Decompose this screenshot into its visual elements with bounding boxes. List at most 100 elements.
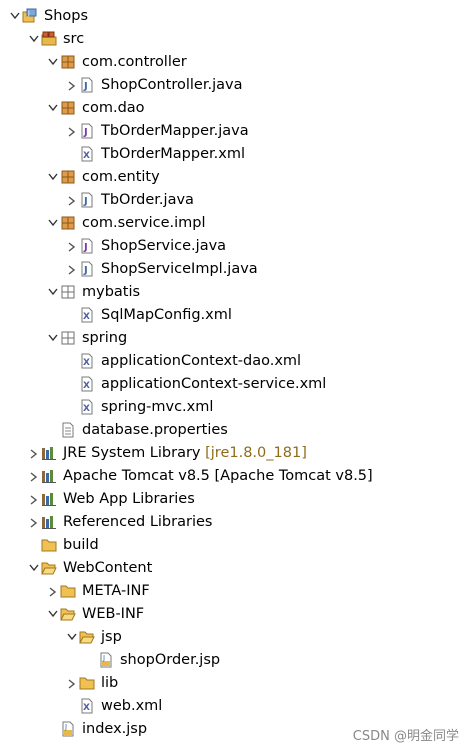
chevron-down-icon[interactable] <box>46 97 60 120</box>
chevron-right-icon[interactable] <box>27 511 41 534</box>
tree-item[interactable]: com.controller <box>0 51 469 74</box>
chevron-down-icon[interactable] <box>46 327 60 350</box>
chevron-down-icon[interactable] <box>27 557 41 580</box>
tree-item-label: com.dao <box>82 100 145 116</box>
chevron-right-icon[interactable] <box>27 442 41 465</box>
chevron-right-icon[interactable] <box>46 580 60 603</box>
tree-item[interactable]: X SqlMapConfig.xml <box>0 304 469 327</box>
java-interface-icon: J <box>79 123 95 139</box>
tree-item-label: Web App Libraries <box>63 491 195 507</box>
package-icon <box>60 169 76 185</box>
tree-item-label: applicationContext-service.xml <box>101 376 327 392</box>
tree-item-label: mybatis <box>82 284 141 300</box>
xml-file-icon: X <box>79 698 95 714</box>
tree-item[interactable]: J TbOrder.java <box>0 189 469 212</box>
xml-file-icon: X <box>79 399 95 415</box>
tree-item[interactable]: Web App Libraries <box>0 488 469 511</box>
tree-item[interactable]: lib <box>0 672 469 695</box>
tree-item-label: TbOrderMapper.java <box>101 123 249 139</box>
svg-text:J: J <box>83 265 88 276</box>
xml-file-icon: X <box>79 146 95 162</box>
empty-package-icon <box>60 330 76 346</box>
tree-item[interactable]: WEB-INF <box>0 603 469 626</box>
tree-item[interactable]: XapplicationContext-dao.xml <box>0 350 469 373</box>
project-explorer-tree: J Shops src com.controller J ShopController.j… <box>0 5 469 741</box>
tree-item-label: Shops <box>44 8 89 24</box>
chevron-right-icon[interactable] <box>65 235 79 258</box>
tree-item-label: Referenced Libraries <box>63 514 213 530</box>
tree-item-label: spring-mvc.xml <box>101 399 214 415</box>
chevron-right-icon[interactable] <box>65 74 79 97</box>
library-icon <box>41 468 57 484</box>
svg-text:J: J <box>102 654 105 662</box>
svg-text:J: J <box>83 81 88 92</box>
tree-item[interactable]: J ShopService.java <box>0 235 469 258</box>
chevron-down-icon[interactable] <box>65 626 79 649</box>
tree-item-label: WebContent <box>63 560 153 576</box>
svg-text:X: X <box>83 381 90 391</box>
java-file-icon: J <box>79 192 95 208</box>
tree-item[interactable]: Xspring-mvc.xml <box>0 396 469 419</box>
chevron-right-icon[interactable] <box>65 120 79 143</box>
tree-item[interactable]: spring <box>0 327 469 350</box>
svg-text:J: J <box>83 127 88 138</box>
library-icon <box>41 514 57 530</box>
tree-item-label: com.service.impl <box>82 215 206 231</box>
tree-item-label: lib <box>101 675 119 691</box>
tree-item[interactable]: database.properties <box>0 419 469 442</box>
svg-text:X: X <box>83 404 90 414</box>
chevron-down-icon[interactable] <box>8 5 22 28</box>
project-icon: J <box>22 8 38 24</box>
tree-item[interactable]: J ShopController.java <box>0 74 469 97</box>
chevron-down-icon[interactable] <box>46 166 60 189</box>
tree-item-label: com.controller <box>82 54 187 70</box>
chevron-right-icon[interactable] <box>27 488 41 511</box>
tree-item[interactable]: com.entity <box>0 166 469 189</box>
tree-item[interactable]: Referenced Libraries <box>0 511 469 534</box>
empty-package-icon <box>60 284 76 300</box>
chevron-right-icon[interactable] <box>27 465 41 488</box>
java-file-icon: J <box>79 77 95 93</box>
chevron-right-icon[interactable] <box>65 672 79 695</box>
tree-item[interactable]: com.service.impl <box>0 212 469 235</box>
tree-item-label: spring <box>82 330 128 346</box>
tree-item-label: ShopServiceImpl.java <box>101 261 258 277</box>
tree-item-label: Apache Tomcat v8.5 [Apache Tomcat v8.5] <box>63 468 373 484</box>
tree-item-label: shopOrder.jsp <box>120 652 221 668</box>
open-folder-icon <box>60 606 76 622</box>
chevron-down-icon[interactable] <box>46 212 60 235</box>
jsp-file-icon: J <box>60 721 76 737</box>
tree-item[interactable]: jsp <box>0 626 469 649</box>
open-folder-icon <box>41 560 57 576</box>
tree-item[interactable]: build <box>0 534 469 557</box>
chevron-down-icon[interactable] <box>27 28 41 51</box>
chevron-down-icon[interactable] <box>46 603 60 626</box>
java-interface-icon: J <box>79 238 95 254</box>
chevron-right-icon[interactable] <box>65 189 79 212</box>
package-icon <box>60 54 76 70</box>
tree-item[interactable]: Xweb.xml <box>0 695 469 718</box>
tree-item[interactable]: mybatis <box>0 281 469 304</box>
tree-item[interactable]: com.dao <box>0 97 469 120</box>
tree-item[interactable]: META-INF <box>0 580 469 603</box>
tree-item[interactable]: J Shops <box>0 5 469 28</box>
chevron-down-icon[interactable] <box>46 281 60 304</box>
tree-item[interactable]: J ShopServiceImpl.java <box>0 258 469 281</box>
tree-item[interactable]: WebContent <box>0 557 469 580</box>
folder-icon <box>60 583 76 599</box>
tree-item-decoration: [jre1.8.0_181] <box>200 445 307 461</box>
tree-item[interactable]: X TbOrderMapper.xml <box>0 143 469 166</box>
tree-item-label: SqlMapConfig.xml <box>101 307 232 323</box>
tree-item-label: TbOrder.java <box>101 192 194 208</box>
tree-item[interactable]: Apache Tomcat v8.5 [Apache Tomcat v8.5] <box>0 465 469 488</box>
tree-item[interactable]: JRE System Library [jre1.8.0_181] <box>0 442 469 465</box>
svg-text:X: X <box>83 151 90 161</box>
properties-file-icon <box>60 422 76 438</box>
tree-item-label: src <box>63 31 85 47</box>
tree-item[interactable]: src <box>0 28 469 51</box>
chevron-down-icon[interactable] <box>46 51 60 74</box>
chevron-right-icon[interactable] <box>65 258 79 281</box>
tree-item[interactable]: J TbOrderMapper.java <box>0 120 469 143</box>
tree-item[interactable]: XapplicationContext-service.xml <box>0 373 469 396</box>
tree-item[interactable]: JshopOrder.jsp <box>0 649 469 672</box>
